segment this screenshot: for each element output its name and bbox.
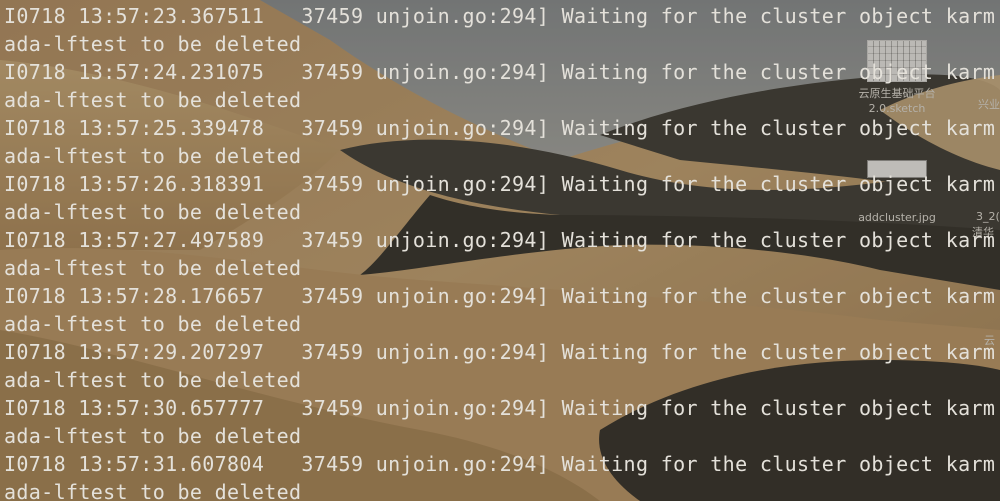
log-line: I0718 13:57:29.207297 37459 unjoin.go:29… xyxy=(4,340,996,364)
log-line: I0718 13:57:31.607804 37459 unjoin.go:29… xyxy=(4,452,996,476)
log-line: ada-lftest to be deleted xyxy=(4,480,302,501)
log-line: ada-lftest to be deleted xyxy=(4,32,302,56)
log-line: ada-lftest to be deleted xyxy=(4,424,302,448)
log-line: I0718 13:57:28.176657 37459 unjoin.go:29… xyxy=(4,284,996,308)
log-line: I0718 13:57:25.339478 37459 unjoin.go:29… xyxy=(4,116,996,140)
log-line: ada-lftest to be deleted xyxy=(4,144,302,168)
log-line: ada-lftest to be deleted xyxy=(4,256,302,280)
terminal-window[interactable]: I0718 13:57:23.367511 37459 unjoin.go:29… xyxy=(0,0,1000,501)
log-line: ada-lftest to be deleted xyxy=(4,88,302,112)
log-line: ada-lftest to be deleted xyxy=(4,368,302,392)
log-line: I0718 13:57:30.657777 37459 unjoin.go:29… xyxy=(4,396,996,420)
log-line: ada-lftest to be deleted xyxy=(4,312,302,336)
log-line: ada-lftest to be deleted xyxy=(4,200,302,224)
log-line: I0718 13:57:24.231075 37459 unjoin.go:29… xyxy=(4,60,996,84)
log-line: I0718 13:57:27.497589 37459 unjoin.go:29… xyxy=(4,228,996,252)
log-line: I0718 13:57:26.318391 37459 unjoin.go:29… xyxy=(4,172,996,196)
log-line: I0718 13:57:23.367511 37459 unjoin.go:29… xyxy=(4,4,996,28)
